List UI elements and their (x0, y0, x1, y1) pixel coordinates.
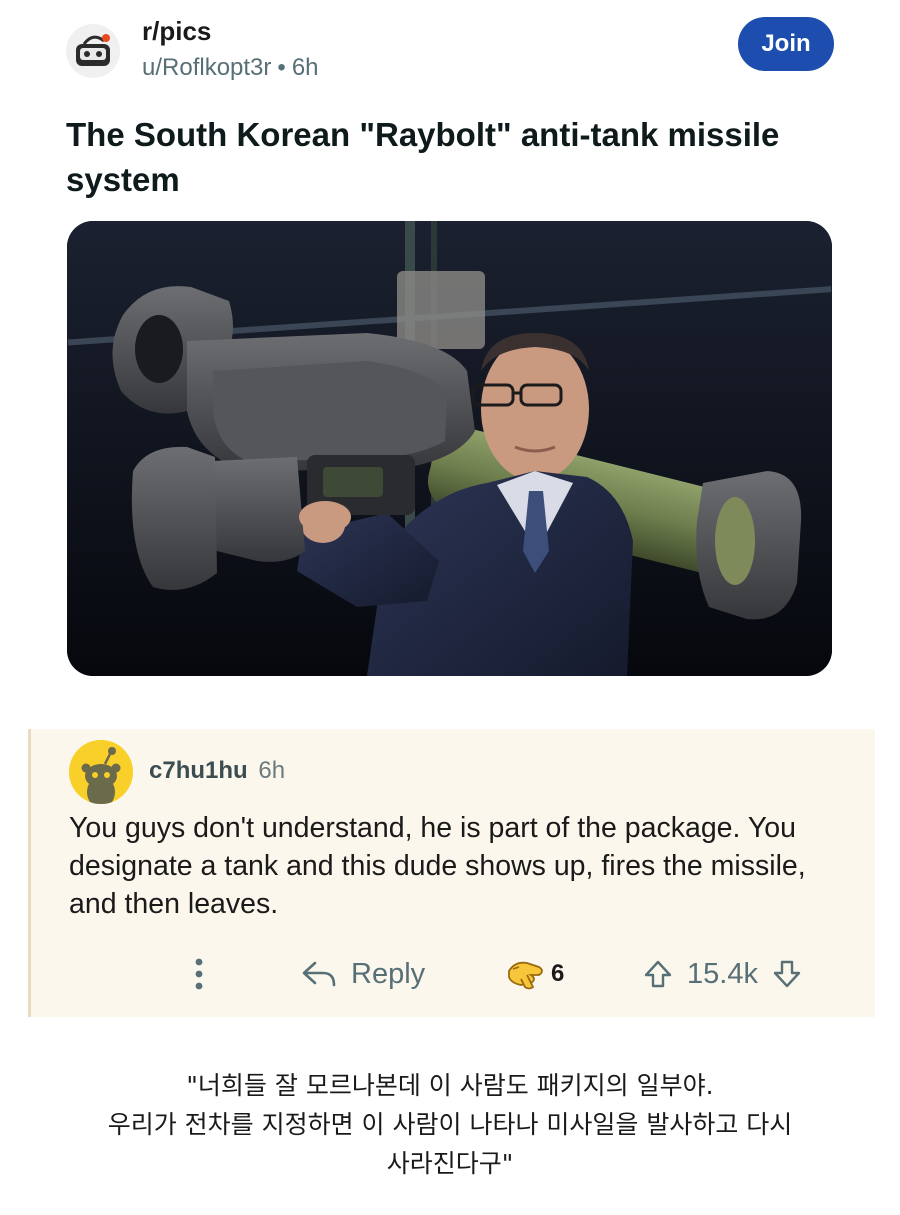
downvote-arrow-icon[interactable] (772, 959, 802, 989)
award-hand-icon (508, 961, 543, 990)
join-button[interactable]: Join (738, 17, 834, 71)
comment-meta: c7hu1hu 6h (149, 757, 285, 785)
more-options-button[interactable] (194, 949, 204, 999)
comment: c7hu1hu 6h You guys don't understand, he… (28, 729, 875, 1017)
reply-label: Reply (351, 957, 426, 990)
award-button[interactable]: 6 (505, 949, 564, 999)
more-vertical-icon (195, 958, 203, 990)
caption-line-2: 우리가 전차를 지정하면 이 사람이 나타나 미사일을 발사하고 다시 (107, 1110, 793, 1139)
upvote-arrow-icon[interactable] (643, 959, 673, 989)
post-time: 6h (291, 54, 319, 81)
post-image[interactable] (67, 221, 832, 676)
comment-time: 6h (258, 757, 286, 784)
vote-score: 15.4k (687, 957, 758, 990)
vote-controls: 15.4k (643, 949, 802, 999)
post-author[interactable]: u/Roflkopt3r (142, 54, 271, 81)
caption-line-1: "너희들 잘 모르나본데 이 사람도 패키지의 일부야. (186, 1071, 714, 1100)
post-meta: u/Roflkopt3r • 6h (142, 54, 319, 82)
award-count: 6 (551, 960, 565, 987)
comment-username[interactable]: c7hu1hu (149, 757, 248, 784)
reply-arrow-icon (302, 961, 336, 987)
post-title[interactable]: The South Korean "Raybolt" anti-tank mis… (66, 112, 846, 202)
post-header: r/pics u/Roflkopt3r • 6h Join (66, 14, 836, 84)
subreddit-name[interactable]: r/pics (142, 16, 211, 47)
translation-caption: "너희들 잘 모르나본데 이 사람도 패키지의 일부야. 우리가 전차를 지정하… (0, 1066, 900, 1183)
meta-separator: • (277, 54, 286, 81)
comment-actions: Reply 6 15.4k (31, 949, 875, 999)
comment-avatar[interactable] (69, 740, 133, 804)
comment-body: You guys don't understand, he is part of… (69, 812, 806, 920)
subreddit-avatar-icon[interactable] (66, 24, 120, 78)
caption-line-3: 사라진다구" (386, 1149, 514, 1178)
reply-button[interactable]: Reply (301, 949, 425, 999)
